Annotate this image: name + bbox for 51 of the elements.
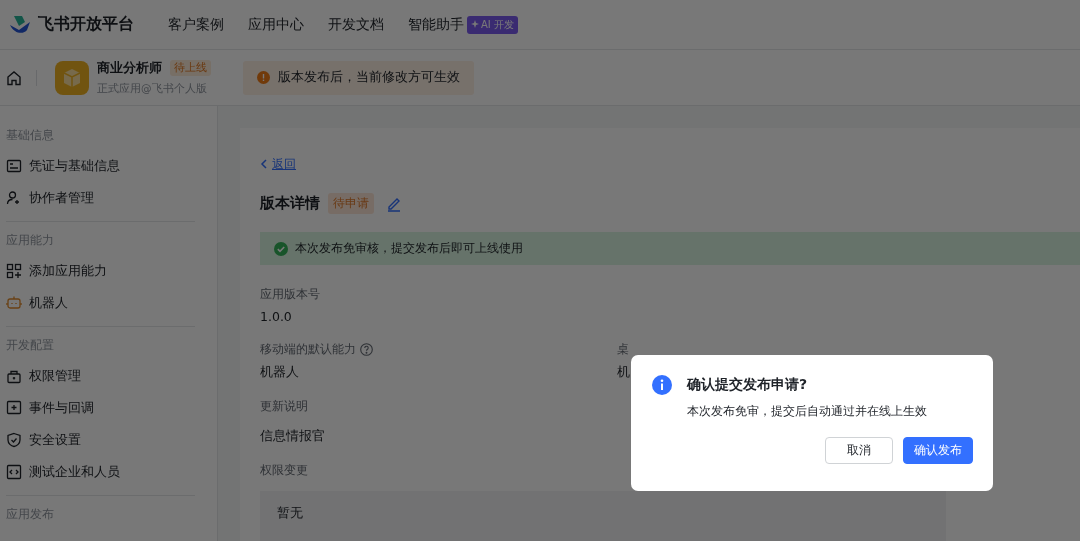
dialog-title: 确认提交发布申请?: [687, 376, 808, 394]
nav-link[interactable]: 智能助手 AI 开发: [408, 15, 518, 34]
field-value: 机: [617, 364, 631, 381]
shield-icon: [6, 432, 22, 448]
alert-text: 本次发布免审核，提交发布后即可上线使用: [295, 240, 523, 257]
notice-text: 版本发布后，当前修改方可生效: [278, 69, 460, 86]
field-value: 信息情报官: [260, 428, 326, 445]
cancel-button[interactable]: 取消: [825, 437, 893, 464]
dialog-message: 本次发布免审，提交后自动通过并在线上生效: [687, 404, 928, 419]
apps-add-icon: [6, 263, 22, 279]
back-link[interactable]: 返回: [260, 155, 296, 173]
sidebar-item[interactable]: 添加应用能力: [6, 255, 195, 287]
app-icon: [55, 60, 89, 95]
field-value: 机器人: [260, 364, 300, 381]
sidebar-item[interactable]: 协作者管理: [6, 182, 195, 214]
sidebar-item[interactable]: 机器人: [6, 287, 195, 319]
robot-icon: [6, 295, 22, 311]
sidebar-item[interactable]: 测试企业和人员: [6, 456, 195, 488]
field-label: 权限变更: [260, 462, 308, 479]
brand-name: 飞书开放平台: [38, 14, 134, 35]
confirm-button[interactable]: 确认发布: [903, 437, 973, 464]
field-label: 移动端的默认能力: [260, 341, 356, 358]
field-label: 应用版本号: [260, 286, 320, 303]
field-value: 1.0.0: [260, 309, 293, 324]
logo-icon: [8, 14, 32, 35]
sidebar-item[interactable]: 事件与回调: [6, 392, 195, 424]
status-tag: 待申请: [328, 193, 374, 214]
nav-link[interactable]: 开发文档: [328, 15, 384, 34]
nav-link[interactable]: 应用中心: [248, 15, 304, 34]
empty-box: 暂无: [260, 491, 946, 541]
info-icon: [652, 375, 672, 395]
nav-link[interactable]: 客户案例: [168, 15, 224, 34]
field-label: 更新说明: [260, 398, 308, 415]
home-icon[interactable]: [6, 69, 22, 86]
chevron-left-icon: [260, 159, 268, 169]
app-name: 商业分析师: [97, 59, 162, 77]
status-tag: 待上线: [170, 60, 211, 76]
check-circle-icon: [274, 241, 288, 256]
id-card-icon: [6, 158, 22, 174]
sidebar-item[interactable]: 权限管理: [6, 360, 195, 392]
user-add-icon: [6, 190, 22, 206]
page-title: 版本详情: [260, 194, 320, 213]
sidebar-item[interactable]: 凭证与基础信息: [6, 150, 195, 182]
field-label: 桌: [617, 341, 629, 358]
event-icon: [6, 400, 22, 416]
code-icon: [6, 464, 22, 480]
ai-badge: AI 开发: [467, 15, 518, 34]
warning-icon: [257, 71, 270, 84]
sidebar-item[interactable]: 安全设置: [6, 424, 195, 456]
lock-icon: [6, 368, 22, 384]
help-icon[interactable]: [360, 343, 373, 356]
